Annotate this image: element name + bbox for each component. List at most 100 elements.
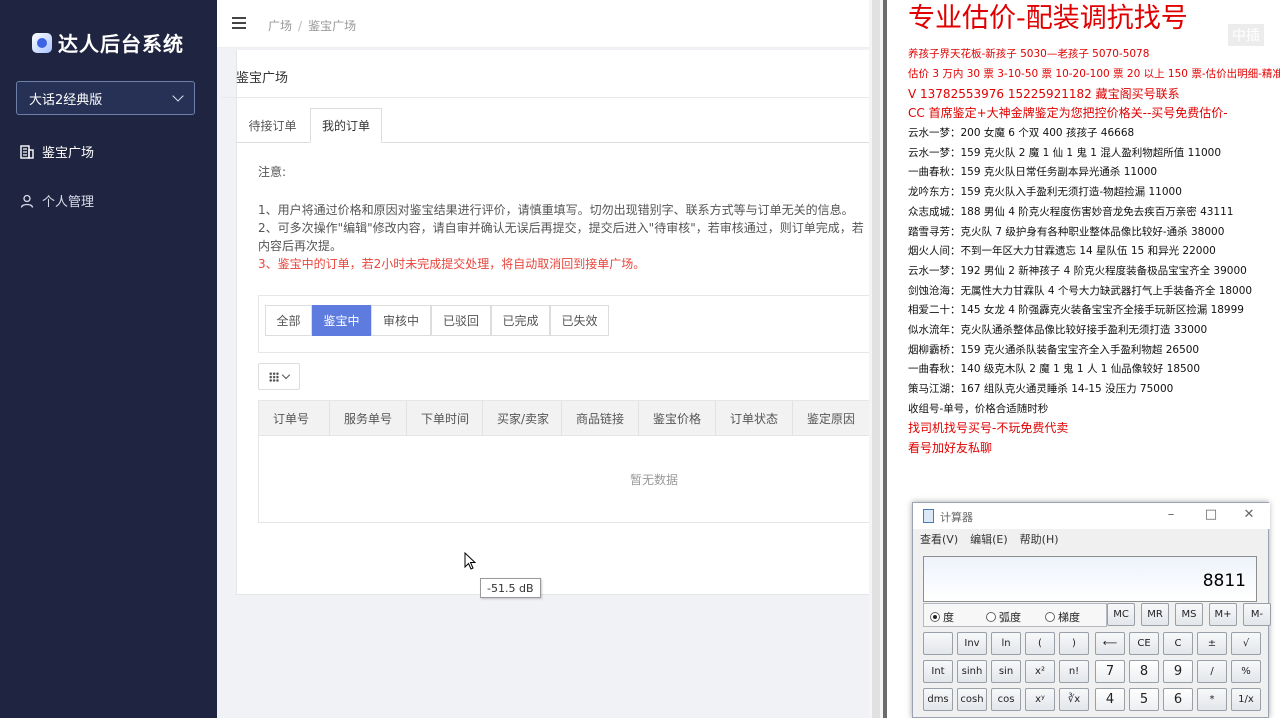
calc-key[interactable]: * bbox=[1197, 688, 1227, 711]
calc-key[interactable]: dms bbox=[923, 688, 953, 711]
radio-degrees[interactable]: 度 bbox=[930, 609, 954, 625]
calc-key[interactable]: ⟵ bbox=[1095, 632, 1125, 655]
filter-expired-button[interactable]: 已失效 bbox=[550, 305, 609, 336]
filter-appraising-button[interactable]: 鉴宝中 bbox=[312, 305, 371, 336]
document-line-text: V 13782553976 15225921182 藏宝阁买号联系 bbox=[908, 86, 1180, 101]
calc-key-memory[interactable]: MR bbox=[1141, 603, 1169, 626]
calc-key[interactable]: % bbox=[1231, 660, 1261, 683]
radio-gradians[interactable]: 梯度 bbox=[1045, 609, 1080, 625]
menu-fold-icon[interactable] bbox=[232, 17, 246, 29]
document-line: 养孩子界天花板-新孩子 5030—老孩子 5070-5078 bbox=[908, 44, 1280, 64]
calc-key-memory[interactable]: MC bbox=[1107, 603, 1135, 626]
scrollbar-thumb[interactable] bbox=[872, 0, 880, 718]
calculator-menu: 查看(V) 编辑(E) 帮助(H) bbox=[920, 531, 1059, 547]
calc-key[interactable]: n! bbox=[1059, 660, 1089, 683]
volume-tooltip: -51.5 dB bbox=[480, 578, 541, 598]
calc-key[interactable]: CE bbox=[1129, 632, 1159, 655]
user-icon bbox=[20, 194, 34, 208]
radio-radians[interactable]: 弧度 bbox=[986, 609, 1021, 625]
close-icon[interactable]: ✕ bbox=[1241, 507, 1257, 523]
calc-key[interactable]: ln bbox=[991, 632, 1021, 655]
calc-key[interactable]: ( bbox=[1025, 632, 1055, 655]
column-header: 订单号 bbox=[259, 401, 330, 436]
document-line: V 13782553976 15225921182 藏宝阁买号联系 bbox=[908, 83, 1280, 103]
calc-key[interactable]: cos bbox=[991, 688, 1021, 711]
document-line: 收组号-单号，价格合适随时秒 bbox=[908, 398, 1280, 418]
document-line-text: CC 首席鉴定+大神金牌鉴定为您把控价格关--买号免费估价- bbox=[908, 106, 1228, 121]
calc-key[interactable]: sinh bbox=[957, 660, 987, 683]
calc-key-digit[interactable]: 5 bbox=[1129, 688, 1159, 711]
document-line-text: 烟柳霸桥：159 克火通杀队装备宝宝齐全入手盈利物超 26500 bbox=[908, 343, 1200, 356]
calc-key[interactable]: ) bbox=[1059, 632, 1089, 655]
column-header: 鉴宝价格 bbox=[639, 401, 716, 436]
sidebar-item-appraisal-plaza[interactable]: 鉴宝广场 bbox=[20, 142, 94, 161]
menu-edit[interactable]: 编辑(E) bbox=[970, 531, 1008, 547]
calculator-titlebar[interactable]: 计算器 – □ ✕ bbox=[913, 503, 1270, 529]
document-line: 找司机找号买号-不玩免费代卖 bbox=[908, 418, 1280, 438]
document-line: 看号加好友私聊 bbox=[908, 438, 1280, 458]
calc-key[interactable]: ∛x bbox=[1059, 688, 1089, 711]
calc-key-memory[interactable]: M- bbox=[1243, 603, 1271, 626]
menu-view[interactable]: 查看(V) bbox=[920, 531, 958, 547]
column-toggle-button[interactable] bbox=[258, 363, 300, 390]
calc-key[interactable]: 1/x bbox=[1231, 688, 1261, 711]
calc-key-memory[interactable]: M+ bbox=[1209, 603, 1237, 626]
column-header: 买家/卖家 bbox=[483, 401, 562, 436]
radio-unchecked-icon bbox=[1045, 612, 1055, 622]
calc-key[interactable]: Inv bbox=[957, 632, 987, 655]
breadcrumb-item[interactable]: 广场 bbox=[268, 19, 292, 33]
document-line-text: 估价 3 万内 30 票 3-10-50 票 10-20-100 票 20 以上… bbox=[908, 68, 1280, 81]
filter-completed-button[interactable]: 已完成 bbox=[491, 305, 550, 336]
notice-line: 2、可多次操作"编辑"修改内容，请自审并确认无误后再提交，提交后进入"待审核"，… bbox=[258, 221, 864, 235]
document-line-text: 龙吟东方：159 克火队入手盈利无须打造-物超捡漏 11000 bbox=[908, 186, 1182, 199]
menu-help[interactable]: 帮助(H) bbox=[1020, 531, 1059, 547]
minimize-icon[interactable]: – bbox=[1163, 507, 1179, 523]
calc-key[interactable]: x² bbox=[1025, 660, 1055, 683]
grid-icon bbox=[269, 371, 279, 382]
calc-key[interactable]: ± bbox=[1197, 632, 1227, 655]
calc-key-digit[interactable]: 6 bbox=[1163, 688, 1193, 711]
calc-key[interactable]: cosh bbox=[957, 688, 987, 711]
notice-block: 注意: 1、用户将通过价格和原因对鉴宝结果进行评价，请慎重填写。切勿出现错别字、… bbox=[258, 163, 869, 273]
document-line: 估价 3 万内 30 票 3-10-50 票 10-20-100 票 20 以上… bbox=[908, 64, 1280, 84]
table-header: 订单号 服务单号 下单时间 买家/卖家 商品链接 鉴宝价格 订单状态 鉴定原因 bbox=[259, 401, 870, 436]
calc-key-digit[interactable]: 4 bbox=[1095, 688, 1125, 711]
filter-reviewing-button[interactable]: 审核中 bbox=[371, 305, 431, 336]
tab-my-orders[interactable]: 我的订单 bbox=[310, 108, 382, 143]
calc-key[interactable]: Int bbox=[923, 660, 953, 683]
filter-rejected-button[interactable]: 已驳回 bbox=[431, 305, 491, 336]
document-line-text: 云水一梦：159 克火队 2 魔 1 仙 1 鬼 1 混人盈利物超所值 1100… bbox=[908, 146, 1222, 159]
calc-key[interactable] bbox=[923, 632, 953, 655]
top-header: 广场 / 鉴宝广场 bbox=[217, 0, 869, 48]
document-line: 龙吟东方：159 克火队入手盈利无须打造-物超捡漏 11000 bbox=[908, 182, 1280, 202]
calc-key-digit[interactable]: 8 bbox=[1129, 660, 1159, 683]
document-line: 云水一梦：200 女魔 6 个双 400 孩孩子 46668 bbox=[908, 123, 1280, 143]
document-line-text: 相爱二十：145 女龙 4 阶强霹克火装备宝宝齐全接手玩新区捡漏 18999 bbox=[908, 304, 1244, 317]
version-select[interactable]: 大话2经典版 bbox=[16, 81, 195, 115]
angle-mode-group: 度 弧度 梯度 bbox=[923, 603, 1107, 627]
calc-key[interactable]: C bbox=[1163, 632, 1193, 655]
radio-label: 度 bbox=[943, 611, 954, 624]
calc-key[interactable]: / bbox=[1197, 660, 1227, 683]
document-line-text: 剑蚀沧海：无属性大力甘霖队 4 个号大力缺武器打气上手装备齐全 18000 bbox=[908, 284, 1253, 297]
document-line-text: 收组号-单号，价格合适随时秒 bbox=[908, 402, 1049, 415]
calc-key-digit[interactable]: 7 bbox=[1095, 660, 1125, 683]
document-line: 踏雪寻芳：克火队 7 级护身有各种职业整体品像比较好-通杀 38000 bbox=[908, 221, 1280, 241]
calc-key[interactable]: xʸ bbox=[1025, 688, 1055, 711]
sidebar-item-label: 鉴宝广场 bbox=[42, 146, 95, 161]
logo-text: 达人后台系统 bbox=[58, 32, 184, 56]
radio-label: 梯度 bbox=[1058, 611, 1080, 624]
breadcrumb: 广场 / 鉴宝广场 bbox=[268, 19, 357, 33]
filter-all-button[interactable]: 全部 bbox=[265, 305, 312, 336]
sidebar-item-personal[interactable]: 个人管理 bbox=[20, 191, 94, 210]
calc-key[interactable]: sin bbox=[991, 660, 1021, 683]
calc-key[interactable]: √ bbox=[1231, 632, 1261, 655]
radio-label: 弧度 bbox=[999, 611, 1021, 624]
tab-pending-orders[interactable]: 待接订单 bbox=[236, 108, 309, 143]
calc-key-memory[interactable]: MS bbox=[1175, 603, 1203, 626]
mouse-cursor-icon bbox=[464, 552, 476, 570]
document-line-text: 找司机找号买号-不玩免费代卖 bbox=[908, 421, 1069, 436]
maximize-icon[interactable]: □ bbox=[1203, 507, 1219, 523]
calc-key-digit[interactable]: 9 bbox=[1163, 660, 1193, 683]
document-line: 烟柳霸桥：159 克火通杀队装备宝宝齐全入手盈利物超 26500 bbox=[908, 339, 1280, 359]
